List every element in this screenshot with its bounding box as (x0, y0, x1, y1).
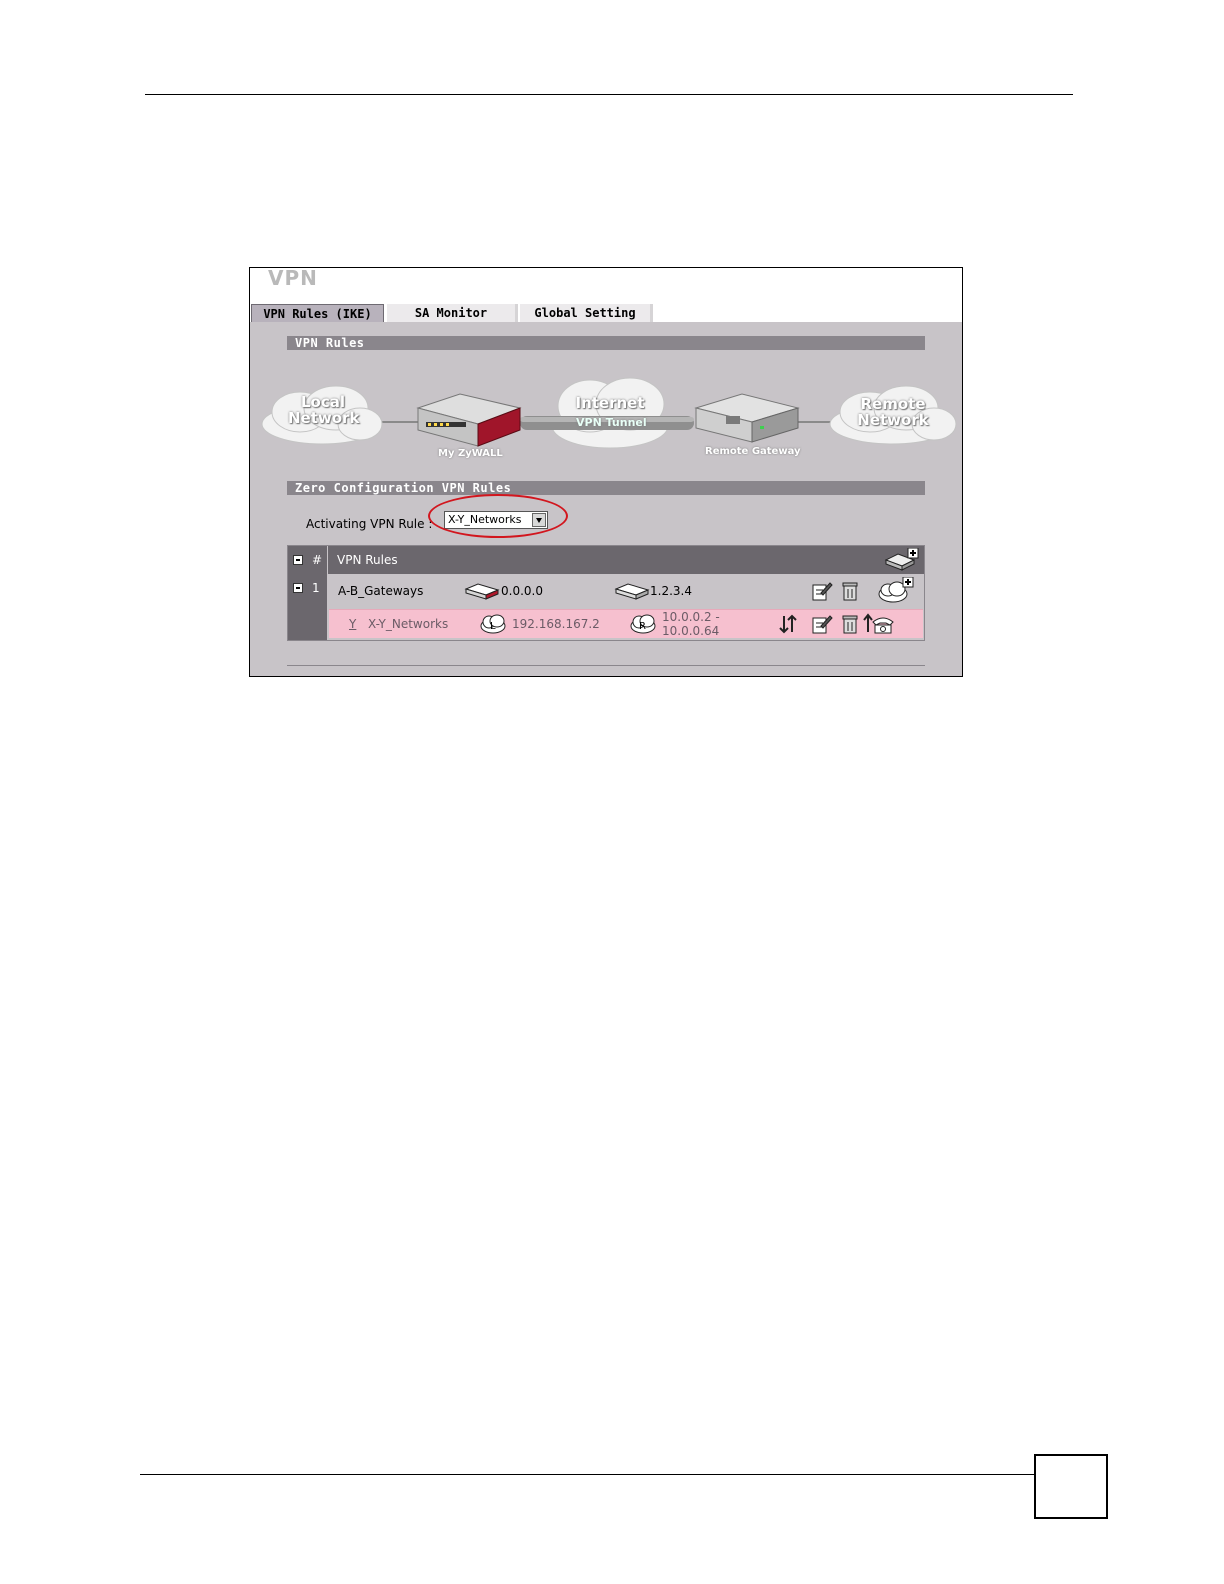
delete-gateway-icon[interactable] (841, 580, 859, 602)
add-gateway-icon[interactable] (884, 548, 920, 572)
local-network-line2: Network (288, 409, 360, 427)
column-header-hash: # (312, 553, 323, 567)
page-number-box (1034, 1454, 1108, 1519)
tab-global-setting[interactable]: Global Setting (520, 304, 653, 322)
network-policy-name: X-Y_Networks (368, 617, 449, 631)
delete-policy-icon[interactable] (841, 613, 859, 635)
remote-address-end: 10.0.0.64 (662, 624, 720, 638)
edit-policy-icon[interactable] (811, 613, 833, 635)
remote-network-address: 10.0.0.2 - 10.0.0.64 (662, 610, 720, 638)
gateway-index: 1 (312, 581, 320, 595)
edit-gateway-icon[interactable] (811, 580, 833, 602)
remote-network-line2: Network (857, 411, 929, 429)
svg-text:R: R (639, 621, 646, 632)
my-zywall-small-icon (464, 581, 500, 601)
page-title: VPN (268, 267, 318, 290)
page-footer-rule (140, 1474, 1036, 1475)
highlight-circle (428, 494, 568, 538)
column-divider (327, 546, 328, 640)
local-network-address: 192.168.167.2 (512, 617, 600, 631)
activating-vpn-rule-label: Activating VPN Rule : (306, 517, 433, 531)
active-flag: Y (349, 617, 357, 631)
remote-network-label: Remote Network (856, 396, 930, 428)
svg-text:L: L (490, 621, 496, 632)
vpn-diagram: Local Network Internet VPN Tunnel My ZyW… (250, 364, 962, 464)
page-header-rule (145, 94, 1073, 95)
internet-cloud-icon (551, 377, 669, 449)
panel-bottom-divider (287, 665, 925, 666)
content-panel: VPN Rules Local Network Internet VPN Tun… (250, 322, 962, 676)
remote-address-start: 10.0.0.2 - (662, 610, 720, 624)
collapse-gateway-icon[interactable] (293, 583, 303, 593)
remote-network-icon: R (629, 613, 659, 635)
vpn-rules-section-header: VPN Rules (287, 336, 925, 350)
gateway-name: A-B_Gateways (338, 584, 424, 598)
vpn-screen: VPN VPN Rules (IKE) SA Monitor Global Se… (249, 267, 963, 677)
remote-gateway-label: Remote Gateway (705, 446, 801, 457)
network-policy-row[interactable]: Y X-Y_Networks L 192.168.167.2 R 10.0.0.… (329, 609, 923, 638)
collapse-all-icon[interactable] (293, 555, 303, 565)
local-network-label: Local Network (288, 393, 360, 427)
gateway-my-ip: 0.0.0.0 (501, 584, 543, 598)
local-network-line1: Local (300, 393, 346, 411)
vpn-rules-table: # VPN Rules 1 A-B_Gateways 0.0.0.0 1.2.3… (287, 545, 925, 641)
gateway-row[interactable]: A-B_Gateways 0.0.0.0 1.2.3.4 (329, 577, 923, 605)
remote-network-line1: Remote (860, 395, 926, 413)
zero-config-section-header: Zero Configuration VPN Rules (287, 481, 925, 495)
column-header-vpn-rules: VPN Rules (337, 553, 398, 567)
vpn-tunnel-label: VPN Tunnel (576, 416, 647, 429)
local-network-icon: L (479, 613, 509, 635)
my-zywall-label: My ZyWALL (438, 448, 503, 459)
connect-icon[interactable] (777, 613, 799, 635)
internet-label: Internet (575, 394, 645, 412)
remote-gateway-icon (694, 393, 800, 443)
add-network-policy-icon[interactable] (877, 577, 915, 605)
tab-sa-monitor[interactable]: SA Monitor (387, 304, 518, 322)
zywall-device-icon (416, 393, 522, 447)
gateway-remote-ip: 1.2.3.4 (650, 584, 692, 598)
tab-vpn-rules-ike[interactable]: VPN Rules (IKE) (251, 304, 384, 323)
dial-icon[interactable] (863, 612, 895, 636)
remote-gateway-small-icon (614, 581, 650, 601)
